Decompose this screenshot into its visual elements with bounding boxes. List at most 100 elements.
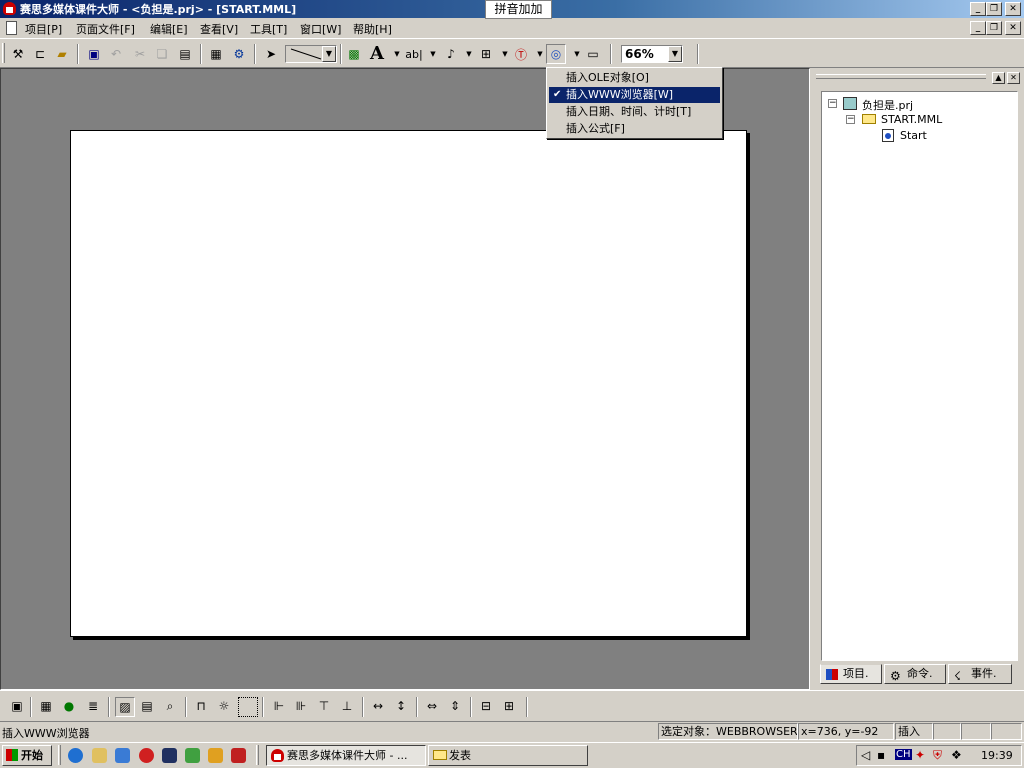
menu-edit[interactable]: 编辑[E] [150, 21, 188, 37]
menu-item-insert-www-browser[interactable]: ✔ 插入WWW浏览器[W] [549, 87, 720, 103]
panel-grip[interactable] [816, 74, 986, 79]
network-icon[interactable]: ▪ [877, 748, 885, 762]
info-icon[interactable]: ● [60, 697, 78, 715]
outlook-icon[interactable] [92, 748, 107, 763]
window-title: 赛思多媒体课件大师 - <负担是.prj> - [START.MML] [20, 3, 297, 16]
panel-maximize-button[interactable]: ▲ [992, 72, 1005, 84]
show-desktop-icon[interactable] [115, 748, 130, 763]
insert-text-icon[interactable]: A [368, 43, 386, 64]
chevron-down-icon[interactable]: ▼ [668, 46, 682, 62]
insert-object-icon[interactable]: ◎ [546, 44, 566, 64]
insert-frame-icon[interactable]: ▭ [584, 45, 602, 63]
app-shortcut-icon[interactable] [231, 748, 246, 763]
shield-icon[interactable]: ⛨ [933, 748, 942, 763]
menu-tools[interactable]: 工具[T] [250, 21, 287, 37]
undo-icon[interactable]: ↶ [107, 45, 125, 63]
menu-window[interactable]: 窗口[W] [300, 21, 341, 37]
doc-restore-button[interactable]: ❐ [986, 21, 1002, 35]
document-icon[interactable] [6, 21, 17, 35]
align-top-icon[interactable]: ⊤ [315, 697, 333, 715]
distribute-vertical-icon[interactable]: ↕ [392, 697, 410, 715]
ie-icon[interactable] [68, 748, 83, 763]
align-left-icon[interactable]: ⊩ [270, 697, 288, 715]
save-icon[interactable]: ▣ [85, 45, 103, 63]
doc-minimize-button[interactable]: _ [970, 21, 986, 35]
tree-page[interactable]: Start [900, 129, 927, 142]
menu-page-file[interactable]: 页面文件[F] [76, 21, 135, 37]
align-right-icon[interactable]: ⊪ [292, 697, 310, 715]
tab-event[interactable]: ☇ 事件. [948, 664, 1012, 684]
lock-icon[interactable]: ⊓ [192, 697, 210, 715]
volume-icon[interactable]: ◁ [861, 748, 870, 762]
restore-button[interactable]: ❐ [986, 2, 1002, 16]
taskbar-item-publish[interactable]: 发表 [428, 745, 588, 766]
media-icon[interactable] [139, 748, 154, 763]
textbox-dropdown-arrow[interactable]: ▼ [424, 45, 442, 63]
tab-command[interactable]: ⚙ 命令. [884, 664, 946, 684]
clock[interactable]: 19:39 [981, 749, 1013, 762]
tab-project[interactable]: 项目. [820, 664, 882, 684]
status-coordinates: x=736, y=-92 [798, 723, 894, 740]
lightbulb-icon[interactable]: ☼ [215, 697, 233, 715]
wand-icon[interactable]: ⚒ [9, 45, 27, 63]
menu-item-insert-ole[interactable]: 插入OLE对象[O] [549, 70, 720, 86]
same-height-icon[interactable]: ⇕ [446, 697, 464, 715]
open-folder-icon[interactable]: ▰ [53, 45, 71, 63]
image-mode-icon[interactable]: ▨ [115, 697, 135, 717]
ime-indicator[interactable]: 拼音加加 [485, 0, 552, 19]
grid-icon[interactable]: ▦ [37, 697, 55, 715]
zoom-select[interactable]: 66% ▼ [621, 45, 683, 63]
menu-project[interactable]: 项目[P] [25, 21, 62, 37]
page-icon[interactable]: ▤ [138, 697, 156, 715]
panel-close-button[interactable]: ✕ [1007, 72, 1020, 84]
tree-project[interactable]: 负担是.prj [862, 97, 913, 113]
center-vertical-icon[interactable]: ⊞ [500, 697, 518, 715]
copy-icon[interactable]: ❏ [153, 45, 171, 63]
menu-help[interactable]: 帮助[H] [353, 21, 392, 37]
collapse-icon[interactable]: − [828, 99, 837, 108]
run-icon[interactable]: ⚙ [230, 45, 248, 63]
title-bar[interactable]: 赛思多媒体课件大师 - <负担是.prj> - [START.MML] 拼音加加… [0, 0, 1024, 19]
app-icon[interactable] [3, 2, 16, 15]
center-horizontal-icon[interactable]: ⊟ [477, 697, 495, 715]
insert-textfield-icon[interactable]: Ⓣ [512, 45, 530, 63]
sound-dropdown-arrow[interactable]: ▼ [460, 45, 478, 63]
insert-image-icon[interactable]: ▩ [345, 45, 363, 63]
menu-view[interactable]: 查看[V] [200, 21, 238, 37]
page-canvas[interactable] [70, 130, 747, 637]
gear-icon: ⚙ [890, 669, 901, 683]
chevron-down-icon[interactable]: ▼ [322, 46, 336, 62]
insert-textbox-icon[interactable]: ab| [402, 45, 426, 63]
page-properties-icon[interactable]: ▣ [8, 697, 26, 715]
netants-icon[interactable] [162, 748, 177, 763]
minimize-button[interactable]: _ [970, 2, 986, 16]
distribute-horizontal-icon[interactable]: ↔ [369, 697, 387, 715]
toolbar-grip[interactable] [2, 43, 5, 63]
language-indicator[interactable]: CH [895, 749, 912, 760]
close-button[interactable]: ✕ [1005, 2, 1021, 16]
tree-file[interactable]: START.MML [881, 113, 942, 126]
menu-item-insert-formula[interactable]: 插入公式[F] [549, 121, 720, 137]
line-style-dropdown[interactable]: ▼ [285, 45, 337, 63]
align-bottom-icon[interactable]: ⊥ [338, 697, 356, 715]
insert-control-icon[interactable]: ⊞ [477, 45, 495, 63]
same-width-icon[interactable]: ⇔ [423, 697, 441, 715]
tray-app-icon[interactable]: ❖ [951, 748, 962, 762]
pencil-icon[interactable] [208, 748, 223, 763]
menu-item-insert-datetime[interactable]: 插入日期、时间、计时[T] [549, 104, 720, 120]
paste-icon[interactable]: ▤ [176, 45, 194, 63]
order-icon[interactable]: ≣ [84, 697, 102, 715]
selection-frame-icon[interactable] [238, 697, 258, 717]
zoom-page-icon[interactable]: ⌕ [161, 697, 179, 715]
open-project-icon[interactable]: ⊏ [31, 45, 49, 63]
cut-icon[interactable]: ✂ [131, 45, 149, 63]
taskbar-item-courseware[interactable]: 赛思多媒体课件大师 - ... [266, 745, 426, 766]
collapse-icon[interactable]: − [846, 115, 855, 124]
insert-sound-icon[interactable]: ♪ [442, 45, 460, 63]
qq-icon[interactable] [185, 748, 200, 763]
start-button[interactable]: 开始 [2, 745, 52, 766]
doc-close-button[interactable]: ✕ [1005, 21, 1021, 35]
page-preview-icon[interactable]: ▦ [207, 45, 225, 63]
pointer-icon[interactable]: ➤ [262, 45, 280, 63]
ime-tray-icon[interactable]: ✦ [915, 748, 925, 762]
